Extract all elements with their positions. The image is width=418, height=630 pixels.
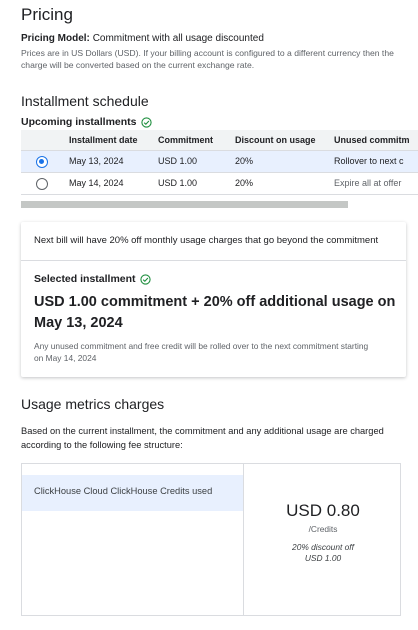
installment-schedule-title: Installment schedule [21,93,149,109]
fee-discount-line2: USD 1.00 [304,553,342,563]
check-circle-icon [139,273,151,285]
usage-metrics-title: Usage metrics charges [21,396,165,412]
installment-discount: 20% [235,178,254,188]
pricing-model-value: Commitment with all usage discounted [92,33,264,44]
horizontal-scrollbar[interactable] [21,201,348,208]
installment-radio-selected[interactable] [36,156,48,168]
next-bill-note: Next bill will have 20% off monthly usag… [34,235,379,246]
column-header-date: Installment date [69,135,138,145]
fee-unit: /Credits [308,524,338,534]
fee-discount: 20% discount off USD 1.00 [245,542,401,564]
pricing-model-label: Pricing Model: [21,33,90,44]
installment-unused: Rollover to next c [334,156,404,166]
divider [21,260,406,261]
installment-unused: Expire all at offer [334,178,402,188]
installments-table: Installment date Commitment Discount on … [21,130,418,198]
selected-installment-card: Next bill will have 20% off monthly usag… [21,222,406,377]
usage-description: Based on the current installment, the co… [21,426,384,450]
installment-date: May 13, 2024 [69,156,124,166]
pricing-model: Pricing Model: Commitment with all usage… [21,33,264,44]
fee-price-column: USD 0.80 /Credits 20% discount off USD 1… [245,464,401,615]
upcoming-installments-label: Upcoming installments [21,116,137,128]
column-header-commitment: Commitment [158,135,214,145]
upcoming-installments-heading: Upcoming installments [21,116,152,128]
fee-item[interactable]: ClickHouse Cloud ClickHouse Credits used [22,475,243,511]
column-header-unused: Unused commitm [334,135,410,145]
installment-commitment: USD 1.00 [158,178,198,188]
selected-installment-heading: Selected installment [34,273,151,285]
fee-structure-table: ClickHouse Cloud ClickHouse Credits used… [21,463,401,616]
currency-note: Prices are in US Dollars (USD). If your … [21,48,394,70]
selected-installment-label: Selected installment [34,273,136,285]
fee-price: USD 0.80 [286,501,360,520]
installment-radio[interactable] [36,178,48,190]
table-row[interactable]: May 14, 2024 USD 1.00 20% Expire all at … [21,173,418,195]
installment-date: May 14, 2024 [69,178,124,188]
table-header: Installment date Commitment Discount on … [21,130,418,151]
fee-discount-line1: 20% discount off [292,542,354,552]
table-row[interactable]: May 13, 2024 USD 1.00 20% Rollover to ne… [21,151,418,173]
pricing-title: Pricing [21,5,73,24]
installment-commitment: USD 1.00 [158,156,198,166]
fee-items-column: ClickHouse Cloud ClickHouse Credits used [22,464,244,615]
installment-discount: 20% [235,156,254,166]
rollover-note: Any unused commitment and free credit wi… [34,341,369,363]
fee-item-label: ClickHouse Cloud ClickHouse Credits used [34,486,213,496]
selected-installment-headline: USD 1.00 commitment + 20% off additional… [34,294,396,331]
check-circle-icon [140,116,152,128]
column-header-discount: Discount on usage [235,135,316,145]
